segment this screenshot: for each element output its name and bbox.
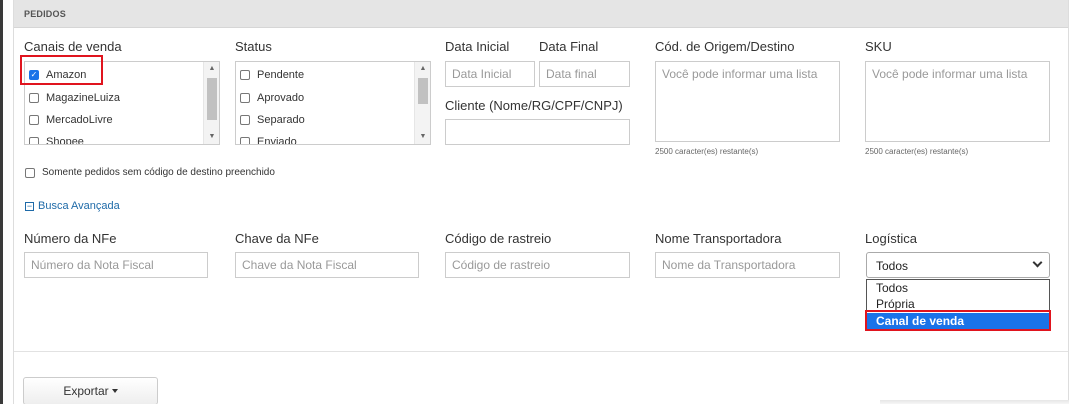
data-inicial-field[interactable] <box>445 61 535 87</box>
scroll-thumb[interactable] <box>207 78 217 120</box>
canal-item-mercadolivre[interactable]: MercadoLivre <box>29 112 113 128</box>
transportadora-field[interactable] <box>655 252 840 278</box>
status-listbox[interactable]: Pendente Aprovado Separado Enviado ▲ ▼ <box>235 61 431 145</box>
canais-label: Canais de venda <box>24 39 122 54</box>
transportadora-input[interactable] <box>656 253 839 277</box>
scroll-down-arrow-icon[interactable]: ▼ <box>415 131 430 143</box>
section-divider <box>14 351 1068 352</box>
sku-label: SKU <box>865 39 892 54</box>
checkbox-icon[interactable] <box>25 167 35 178</box>
checkbox-icon[interactable] <box>29 137 39 144</box>
origem-destino-field[interactable] <box>655 61 840 142</box>
origem-destino-label: Cód. de Origem/Destino <box>655 39 795 54</box>
scroll-up-arrow-icon[interactable]: ▲ <box>204 63 219 75</box>
transportadora-label: Nome Transportadora <box>655 231 782 246</box>
logistica-label: Logística <box>865 231 918 246</box>
checkbox-icon[interactable] <box>240 115 250 125</box>
cliente-label: Cliente (Nome/RG/CPF/CNPJ) <box>445 98 623 113</box>
highlight-box-canal-de-venda <box>865 310 1051 331</box>
status-item-separado[interactable]: Separado <box>240 112 305 128</box>
panel-title: PEDIDOS <box>24 9 66 19</box>
bottom-edge-shadow <box>880 400 1069 404</box>
canais-scrollbar[interactable]: ▲ ▼ <box>203 62 219 144</box>
nfe-input[interactable] <box>25 253 207 277</box>
nfe-label: Número da NFe <box>24 231 117 246</box>
exportar-button[interactable]: Exportar <box>23 377 158 404</box>
data-final-input[interactable] <box>540 62 629 86</box>
rastreio-label: Código de rastreio <box>445 231 552 246</box>
sku-textarea[interactable] <box>866 62 1049 141</box>
cliente-field[interactable] <box>445 119 630 145</box>
pedidos-panel: PEDIDOS Canais de venda ✓ Amazon Magazin… <box>13 0 1069 404</box>
status-item-aprovado[interactable]: Aprovado <box>240 90 304 106</box>
rastreio-field[interactable] <box>445 252 630 278</box>
checkbox-icon[interactable] <box>240 93 250 103</box>
minus-square-icon: − <box>25 200 34 211</box>
origem-destino-hint: 2500 caracter(es) restante(s) <box>655 147 759 156</box>
checkbox-icon[interactable] <box>240 70 250 80</box>
status-label: Status <box>235 39 272 54</box>
nfe-field[interactable] <box>24 252 208 278</box>
status-scrollbar[interactable]: ▲ ▼ <box>414 62 430 144</box>
canal-item-magazineluiza[interactable]: MagazineLuiza <box>29 90 120 106</box>
checkbox-icon[interactable] <box>29 93 39 103</box>
scroll-down-arrow-icon[interactable]: ▼ <box>204 131 219 143</box>
chevron-down-icon <box>1032 257 1043 268</box>
caret-down-icon <box>111 389 118 393</box>
checkbox-icon[interactable] <box>29 115 39 125</box>
chave-nfe-field[interactable] <box>235 252 419 278</box>
canal-item-shopee[interactable]: Shopee <box>29 134 84 144</box>
chave-nfe-input[interactable] <box>236 253 418 277</box>
somente-sem-destino-option[interactable]: Somente pedidos sem código de destino pr… <box>25 167 275 178</box>
cliente-input[interactable] <box>446 120 629 144</box>
highlight-box-amazon <box>20 55 103 85</box>
data-final-field[interactable] <box>539 61 630 87</box>
data-inicial-label: Data Inicial <box>445 39 510 54</box>
window-left-edge <box>0 0 3 404</box>
sku-field[interactable] <box>865 61 1050 142</box>
scroll-up-arrow-icon[interactable]: ▲ <box>415 63 430 75</box>
sku-hint: 2500 caracter(es) restante(s) <box>865 147 969 156</box>
logistica-option-todos[interactable]: Todos <box>867 280 1049 296</box>
checkbox-icon[interactable] <box>240 137 250 144</box>
status-item-pendente[interactable]: Pendente <box>240 67 304 83</box>
data-inicial-input[interactable] <box>446 62 534 86</box>
logistica-select[interactable]: Todos <box>866 252 1050 278</box>
logistica-selected-value: Todos <box>876 259 909 273</box>
rastreio-input[interactable] <box>446 253 629 277</box>
scroll-thumb[interactable] <box>418 78 428 104</box>
data-final-label: Data Final <box>539 39 599 54</box>
chave-nfe-label: Chave da NFe <box>235 231 319 246</box>
panel-header: PEDIDOS <box>14 0 1068 28</box>
busca-avancada-toggle[interactable]: − Busca Avançada <box>25 200 120 212</box>
origem-destino-textarea[interactable] <box>656 62 839 141</box>
status-item-enviado[interactable]: Enviado <box>240 134 297 144</box>
